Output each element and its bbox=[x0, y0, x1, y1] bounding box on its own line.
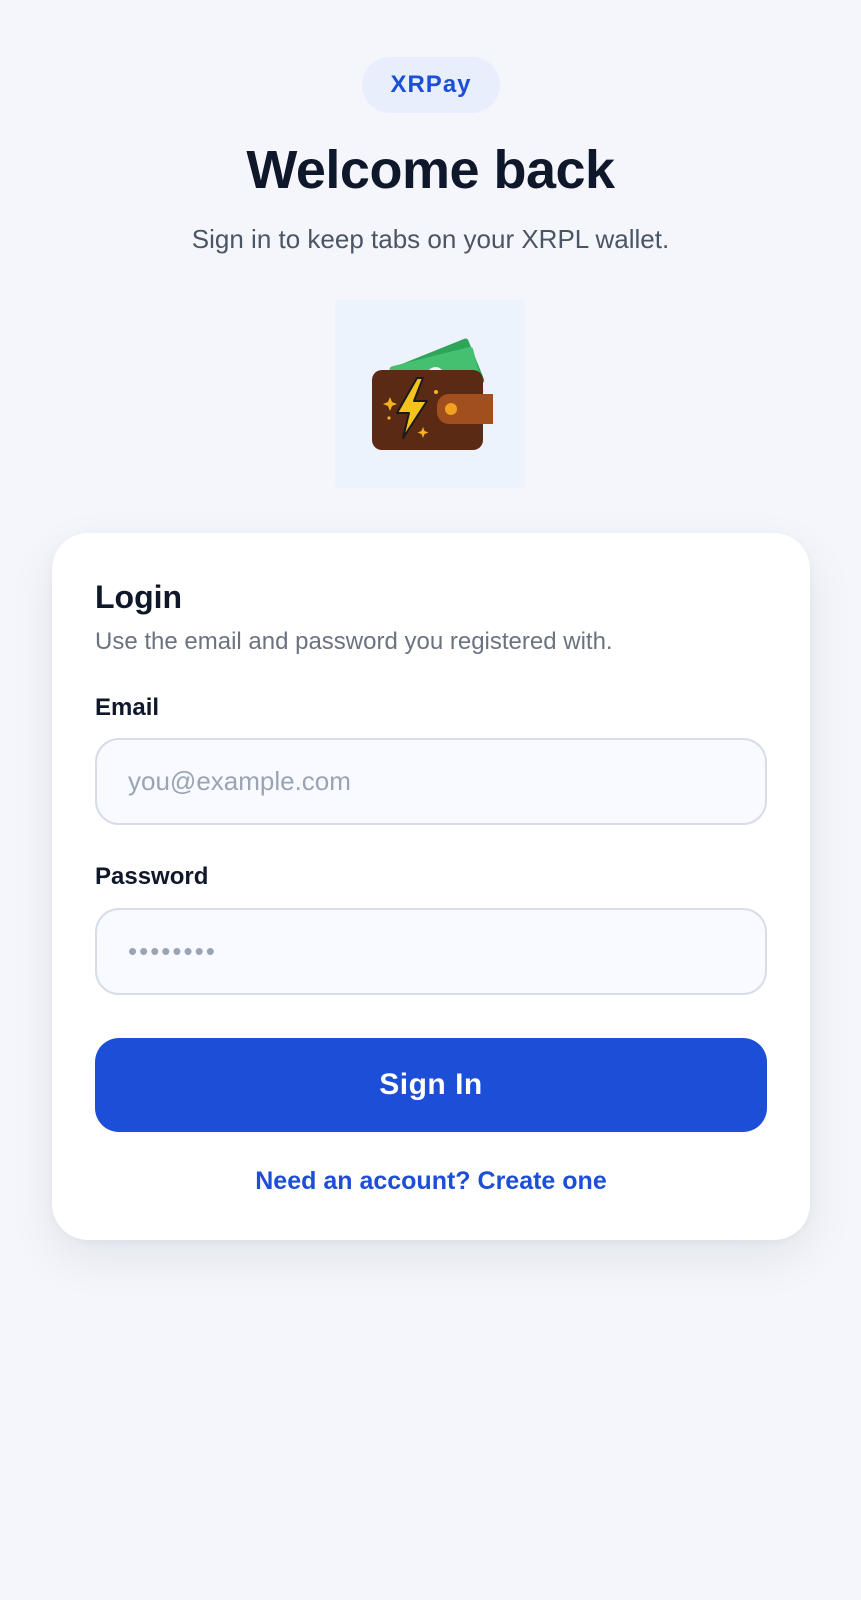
password-field[interactable] bbox=[95, 908, 767, 995]
page-subtitle: Sign in to keep tabs on your XRPL wallet… bbox=[191, 224, 670, 254]
brand-name: XRPay bbox=[390, 71, 472, 98]
page-title: Welcome back bbox=[246, 140, 615, 200]
login-title: Login bbox=[95, 579, 183, 615]
hero-illustration bbox=[335, 300, 525, 488]
wallet-lightning-icon bbox=[372, 338, 493, 450]
brand-badge: XRPay bbox=[362, 57, 500, 113]
create-account-link[interactable]: Need an account? Create one bbox=[52, 1165, 810, 1197]
email-label: Email bbox=[95, 694, 160, 721]
login-subtitle: Use the email and password you registere… bbox=[95, 628, 613, 655]
sign-in-button[interactable]: Sign In bbox=[95, 1038, 767, 1132]
password-label: Password bbox=[95, 863, 209, 890]
email-field[interactable] bbox=[95, 738, 767, 825]
login-card: Login Use the email and password you reg… bbox=[52, 533, 810, 1240]
